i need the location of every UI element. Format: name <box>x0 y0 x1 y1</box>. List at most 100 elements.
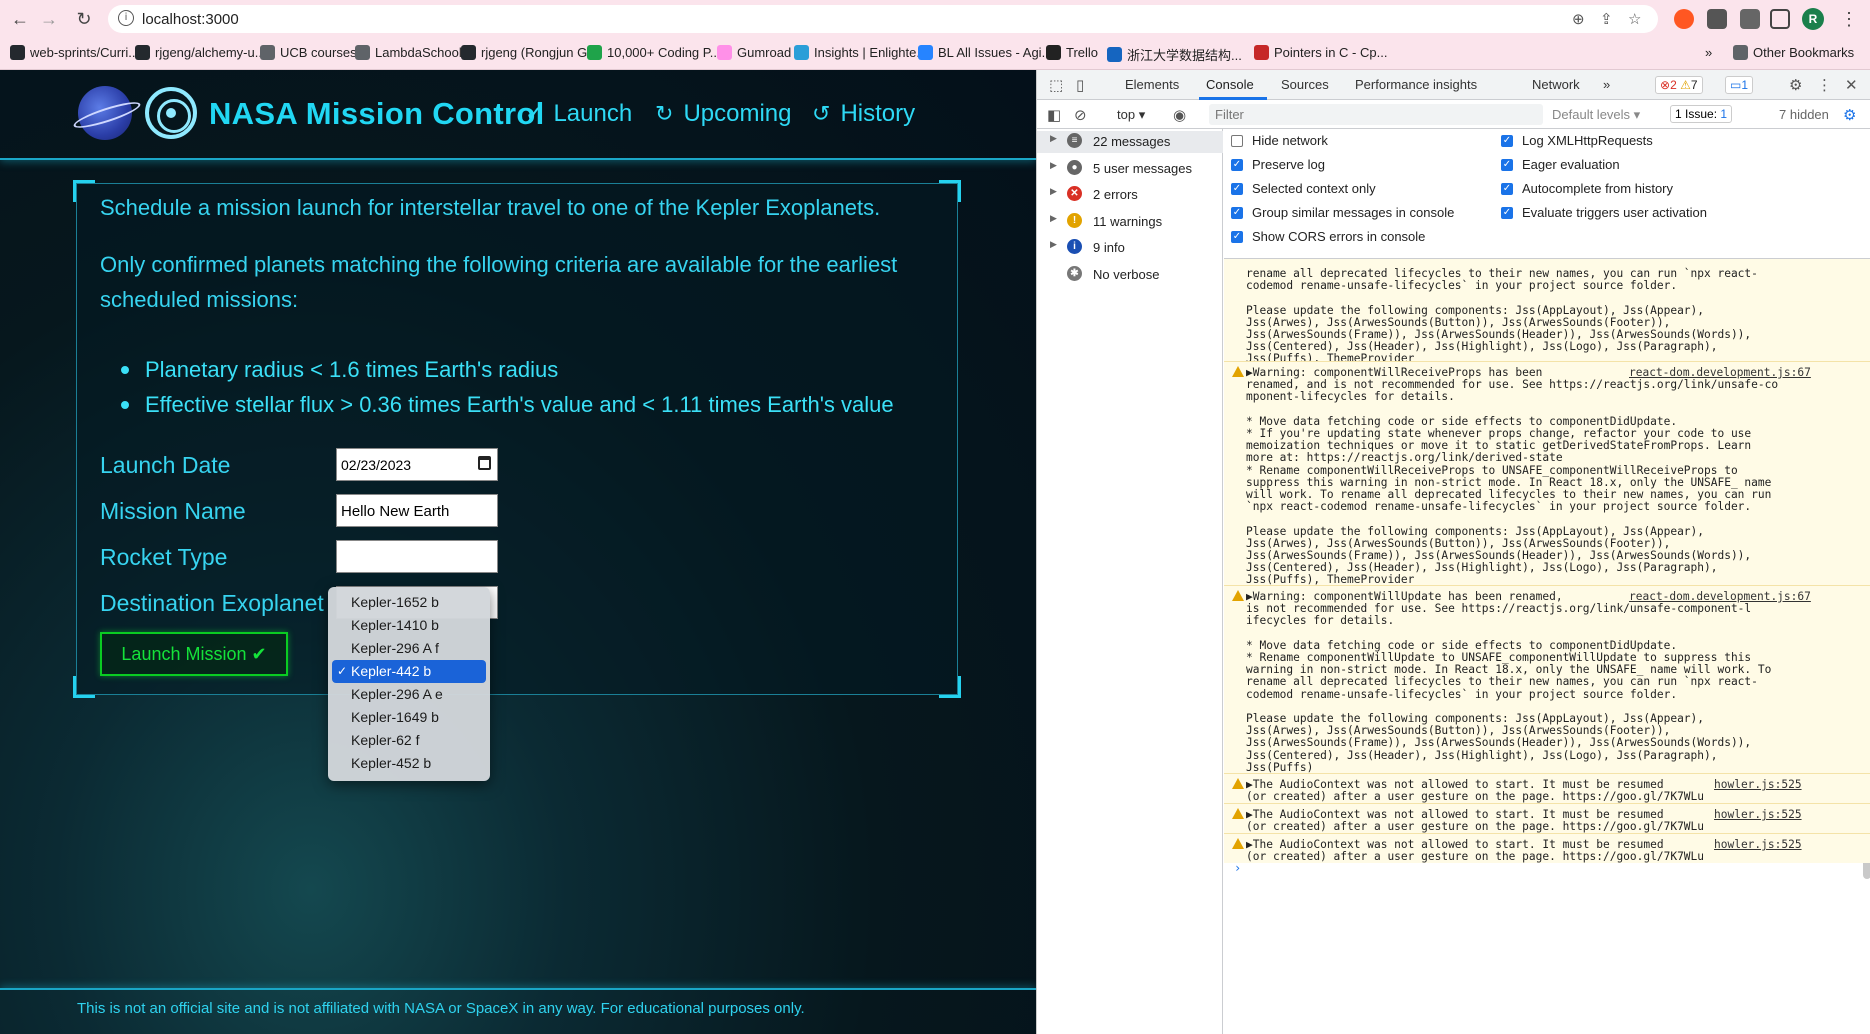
device-toolbar-icon[interactable]: ▯ <box>1076 76 1084 94</box>
setting-checkbox[interactable]: ✓ Eager evaluation <box>1501 157 1620 172</box>
setting-checkbox[interactable]: ✓ Selected context only <box>1231 181 1376 196</box>
setting-checkbox[interactable]: ✓ Preserve log <box>1231 157 1325 172</box>
rocket-type-input[interactable] <box>336 540 498 573</box>
other-bookmarks[interactable]: Other Bookmarks <box>1733 45 1854 60</box>
checkbox-icon[interactable]: ✓ <box>1231 158 1243 171</box>
side-panel-icon[interactable] <box>1770 9 1790 29</box>
bookmark-item[interactable]: Trello <box>1046 45 1098 60</box>
checkbox-icon[interactable]: ✓ <box>1501 158 1513 171</box>
bookmark-item[interactable]: LambdaSchool <box>355 45 462 60</box>
share-icon[interactable]: ⇪ <box>1600 10 1613 28</box>
nav-history[interactable]: ↺ History <box>812 100 915 128</box>
tab-sources[interactable]: Sources <box>1281 77 1329 92</box>
zoom-icon[interactable]: ⊕ <box>1572 10 1585 28</box>
checkbox-icon[interactable]: ✓ <box>1231 206 1243 219</box>
sidebar-item[interactable]: ▶ ● 5 user messages <box>1037 158 1223 180</box>
setting-checkbox[interactable]: ✓ Show CORS errors in console <box>1231 229 1425 244</box>
bookmark-item[interactable]: rjgeng (Rongjun G... <box>461 45 598 60</box>
source-link[interactable]: howler.js:525 <box>1714 838 1802 851</box>
settings-gear-icon[interactable]: ⚙ <box>1789 76 1802 94</box>
bookmark-item[interactable]: rjgeng/alchemy-u... <box>135 45 266 60</box>
nav-upcoming[interactable]: ↻ Upcoming <box>655 100 791 128</box>
extension-icon[interactable] <box>1674 9 1694 29</box>
launch-mission-button[interactable]: Launch Mission ✔ <box>100 632 288 676</box>
destination-option[interactable]: ✓ Kepler-442 b <box>332 660 486 683</box>
reload-icon[interactable]: ↻ <box>73 8 95 30</box>
calendar-icon[interactable] <box>478 456 491 470</box>
expand-arrow-icon[interactable]: ▶ <box>1050 214 1057 224</box>
expand-arrow-icon[interactable]: ▶ <box>1050 240 1057 250</box>
checkbox-icon[interactable]: ✓ <box>1501 134 1513 147</box>
bookmark-item[interactable]: UCB courses <box>260 45 357 60</box>
bookmark-item[interactable]: 浙江大学数据结构... <box>1107 45 1242 64</box>
reading-list-icon[interactable] <box>1740 9 1760 29</box>
sidebar-item[interactable]: ▶ i 9 info <box>1037 237 1223 259</box>
destination-option[interactable]: Kepler-1652 b <box>332 591 486 614</box>
browser-menu-icon[interactable]: ⋮ <box>1838 8 1860 30</box>
checkbox-icon[interactable] <box>1231 134 1243 147</box>
console-filter-input[interactable]: Filter <box>1209 104 1543 125</box>
source-link[interactable]: react-dom.development.js:67 <box>1629 590 1811 603</box>
forward-icon[interactable]: → <box>38 8 60 30</box>
tab-elements[interactable]: Elements <box>1125 77 1179 92</box>
destination-option[interactable]: Kepler-1410 b <box>332 614 486 637</box>
destination-option[interactable]: Kepler-1649 b <box>332 706 486 729</box>
launch-date-input[interactable]: 02/23/2023 <box>336 448 498 481</box>
checkbox-icon[interactable]: ✓ <box>1231 230 1243 243</box>
site-info-icon[interactable]: i <box>118 10 134 26</box>
issues-badge[interactable]: ▭1 <box>1725 76 1754 94</box>
live-expression-eye-icon[interactable]: ◉ <box>1173 106 1186 124</box>
destination-option[interactable]: Kepler-452 b <box>332 752 486 775</box>
error-badge[interactable]: ⊗2 ⚠7 <box>1655 76 1703 94</box>
back-icon[interactable]: ← <box>9 8 31 30</box>
bookmark-item[interactable]: Gumroad <box>717 45 791 60</box>
setting-checkbox[interactable]: ✓ Autocomplete from history <box>1501 181 1673 196</box>
expand-arrow-icon[interactable]: ▶ <box>1050 134 1057 144</box>
bookmark-item[interactable]: Pointers in C - Cp... <box>1254 45 1387 60</box>
context-select[interactable]: top ▾ <box>1117 107 1145 123</box>
destination-option[interactable]: Kepler-62 f <box>332 729 486 752</box>
setting-checkbox[interactable]: ✓ Log XMLHttpRequests <box>1501 133 1653 148</box>
source-link[interactable]: howler.js:525 <box>1714 778 1802 791</box>
bookmark-item[interactable]: Insights | Enlighte... <box>794 45 927 60</box>
sidebar-item[interactable]: ✱ No verbose <box>1037 264 1223 286</box>
sidebar-item[interactable]: ▶ ≡ 22 messages <box>1037 131 1223 153</box>
setting-checkbox[interactable]: ✓ Evaluate triggers user activation <box>1501 205 1707 220</box>
setting-checkbox[interactable]: ✓ Group similar messages in console <box>1231 205 1454 220</box>
more-tabs-icon[interactable]: » <box>1603 77 1610 92</box>
tab-performance-insights[interactable]: Performance insights <box>1355 77 1477 92</box>
checkbox-icon[interactable]: ✓ <box>1231 182 1243 195</box>
log-levels-select[interactable]: Default levels ▾ <box>1552 107 1640 123</box>
checkbox-icon[interactable]: ✓ <box>1501 206 1513 219</box>
expand-arrow-icon[interactable]: ▶ <box>1050 161 1057 171</box>
bookmark-item[interactable]: web-sprints/Curri... <box>10 45 139 60</box>
console-prompt-icon[interactable]: › <box>1234 861 1241 875</box>
mission-name-input[interactable]: Hello New Earth <box>336 494 498 527</box>
source-link[interactable]: howler.js:525 <box>1714 808 1802 821</box>
console-settings-gear-icon[interactable]: ⚙ <box>1843 106 1856 124</box>
issues-button[interactable]: 1 Issue: 1 <box>1670 105 1733 123</box>
devtools-menu-icon[interactable]: ⋮ <box>1817 76 1832 94</box>
nav-launch[interactable]: ✓ Launch <box>525 100 632 128</box>
bookmark-item[interactable]: BL All Issues - Agi... <box>918 45 1052 60</box>
sidebar-toggle-icon[interactable]: ◧ <box>1047 106 1061 124</box>
expand-arrow-icon[interactable]: ▶ <box>1050 187 1057 197</box>
tab-console[interactable]: Console <box>1206 77 1254 92</box>
clear-console-icon[interactable]: ⊘ <box>1074 106 1087 124</box>
bookmark-item[interactable]: 10,000+ Coding P... <box>587 45 721 60</box>
close-devtools-icon[interactable]: ✕ <box>1845 76 1858 94</box>
destination-option[interactable]: Kepler-296 A f <box>332 637 486 660</box>
address-bar[interactable]: i localhost:3000 ⊕ ⇪ ☆ <box>108 5 1658 33</box>
destination-option[interactable]: Kepler-296 A e <box>332 683 486 706</box>
sidebar-item[interactable]: ▶ ✕ 2 errors <box>1037 184 1223 206</box>
checkbox-icon[interactable]: ✓ <box>1501 182 1513 195</box>
bookmark-star-icon[interactable]: ☆ <box>1628 10 1641 28</box>
profile-avatar[interactable]: R <box>1802 8 1824 30</box>
inspect-element-icon[interactable]: ⬚ <box>1049 76 1063 94</box>
puzzle-extensions-icon[interactable] <box>1707 9 1727 29</box>
sidebar-item[interactable]: ▶! 11 warnings <box>1037 211 1223 233</box>
source-link[interactable]: react-dom.development.js:67 <box>1629 366 1811 379</box>
setting-checkbox[interactable]: Hide network <box>1231 133 1328 148</box>
more-bookmarks-icon[interactable]: » <box>1705 45 1712 60</box>
tab-network[interactable]: Network <box>1532 77 1580 92</box>
